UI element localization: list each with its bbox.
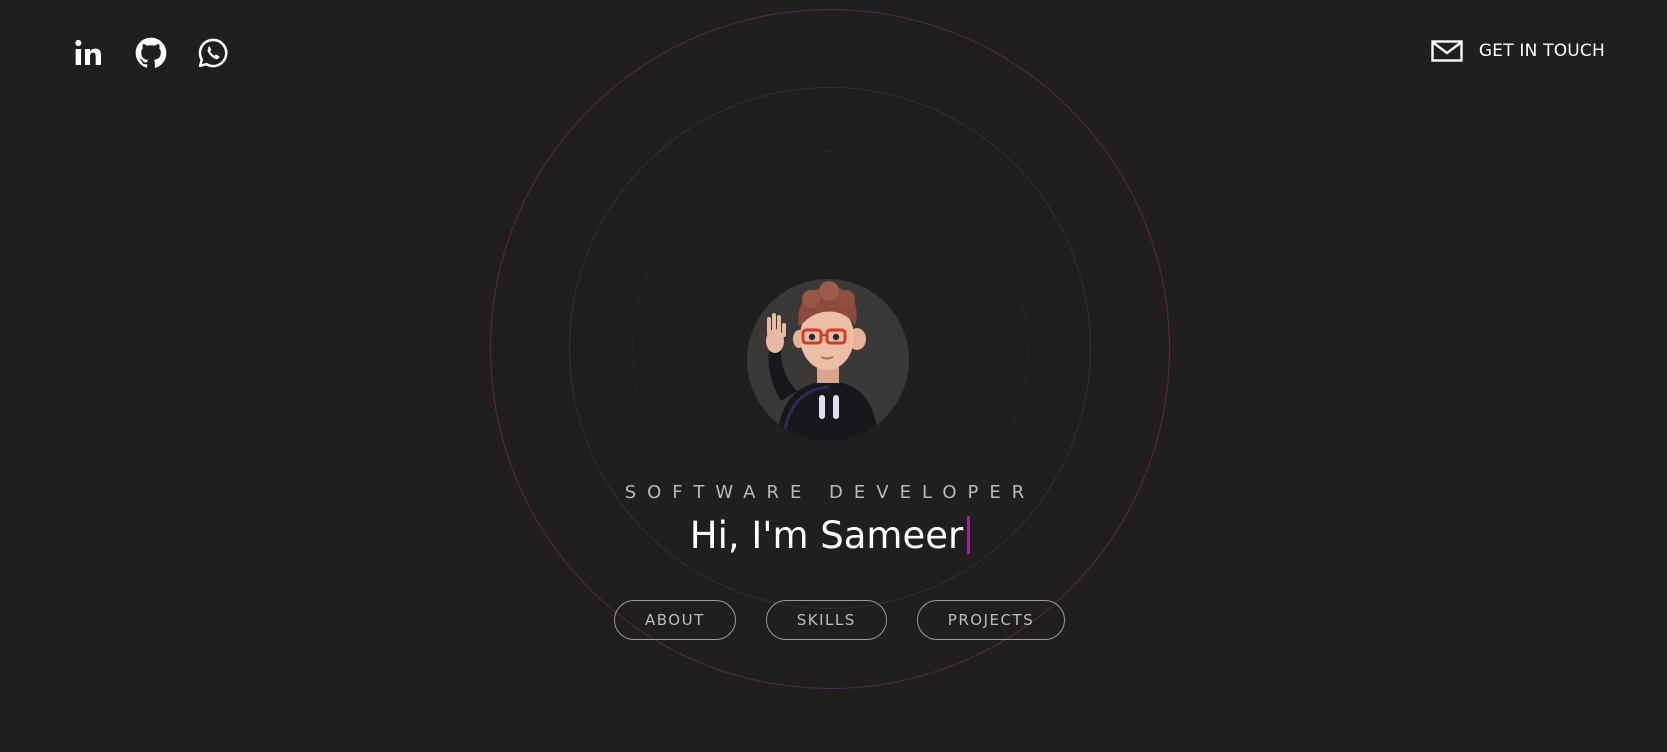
mail-icon bbox=[1431, 40, 1463, 62]
section-nav: ABOUT SKILLS PROJECTS bbox=[614, 600, 1066, 640]
whatsapp-icon bbox=[198, 38, 228, 68]
get-in-touch-label: GET IN TOUCH bbox=[1478, 41, 1605, 61]
role-subtitle: SOFTWARE DEVELOPER bbox=[624, 482, 1036, 503]
whatsapp-link[interactable] bbox=[196, 36, 230, 70]
linkedin-link[interactable] bbox=[72, 36, 106, 70]
typing-caret bbox=[967, 516, 971, 554]
linkedin-icon bbox=[75, 39, 101, 65]
developer-avatar-illustration bbox=[766, 281, 879, 441]
about-button[interactable]: ABOUT bbox=[614, 600, 736, 640]
landing-page: GET IN TOUCH SOFTWARE DEVELOPER Hi, I'm … bbox=[0, 0, 1667, 752]
projects-button[interactable]: PROJECTS bbox=[916, 600, 1066, 640]
github-icon bbox=[135, 37, 167, 68]
greeting-heading: Hi, I'm Sameer bbox=[0, 514, 1660, 557]
skills-button[interactable]: SKILLS bbox=[765, 600, 887, 640]
avatar bbox=[747, 279, 909, 441]
get-in-touch-link[interactable]: GET IN TOUCH bbox=[1431, 40, 1605, 62]
social-links bbox=[72, 36, 230, 70]
github-link[interactable] bbox=[134, 36, 168, 70]
greeting-text: Hi, I'm Sameer bbox=[689, 514, 964, 557]
